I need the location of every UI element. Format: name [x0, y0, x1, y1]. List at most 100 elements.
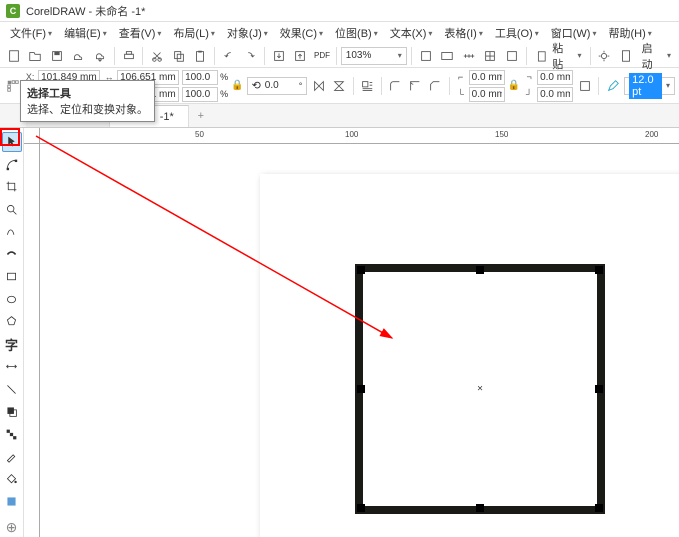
- separator: [449, 77, 450, 95]
- menu-file[interactable]: 文件(F)▾: [4, 23, 58, 43]
- corner-radius-fields: ⌐ └: [455, 69, 505, 102]
- paste-button[interactable]: [190, 46, 210, 66]
- guides-button[interactable]: [502, 46, 522, 66]
- paste-dropdown[interactable]: 粘贴▾: [531, 47, 586, 65]
- save-button[interactable]: [47, 46, 67, 66]
- vertical-ruler[interactable]: [24, 144, 40, 537]
- outline-width-value: 12.0 pt: [629, 73, 662, 99]
- corner-bl-input[interactable]: [469, 87, 505, 102]
- new-button[interactable]: [4, 46, 24, 66]
- outline-width-combo[interactable]: 12.0 pt▾: [624, 77, 675, 95]
- zoom-combo[interactable]: ▾: [341, 47, 407, 65]
- corner-tr-input[interactable]: [537, 70, 573, 85]
- menu-tools[interactable]: 工具(O)▾: [489, 23, 545, 43]
- sy-input[interactable]: [182, 87, 218, 102]
- menu-layout[interactable]: 布局(L)▾: [167, 23, 220, 43]
- import-button[interactable]: [269, 46, 289, 66]
- selection-handle-ml[interactable]: [357, 385, 365, 393]
- round-corner-button[interactable]: [386, 76, 403, 96]
- quick-customize-button[interactable]: ⊕: [2, 518, 22, 537]
- menu-object[interactable]: 对象(J)▾: [221, 23, 274, 43]
- menu-bitmap[interactable]: 位图(B)▾: [329, 23, 384, 43]
- menu-table[interactable]: 表格(I)▾: [438, 23, 488, 43]
- ellipse-tool[interactable]: [2, 290, 22, 310]
- ruler-corner[interactable]: [24, 128, 40, 144]
- menu-text[interactable]: 文本(X)▾: [384, 23, 439, 43]
- page-setup-button[interactable]: [616, 46, 636, 66]
- app-logo-icon: C: [6, 4, 20, 18]
- open-button[interactable]: [26, 46, 46, 66]
- ruler-button[interactable]: [459, 46, 479, 66]
- lock-ratio-icon[interactable]: 🔒: [231, 80, 243, 91]
- text-tool[interactable]: 字: [2, 335, 22, 355]
- rotation-input[interactable]: [265, 80, 295, 91]
- preview-button[interactable]: [437, 46, 457, 66]
- polygon-tool[interactable]: [2, 312, 22, 332]
- wrap-text-button[interactable]: [358, 76, 375, 96]
- freehand-tool[interactable]: [2, 222, 22, 242]
- corner-lock-icon[interactable]: 🔒: [508, 80, 520, 91]
- menu-view[interactable]: 查看(V)▾: [113, 23, 168, 43]
- origin-grid-icon[interactable]: [4, 76, 21, 96]
- pick-tool[interactable]: [2, 132, 22, 152]
- undo-button[interactable]: [219, 46, 239, 66]
- selection-handle-bl[interactable]: [357, 504, 365, 512]
- mirror-v-button[interactable]: [331, 76, 348, 96]
- fullscreen-button[interactable]: [416, 46, 436, 66]
- work-area: 字 ⊕ 50 100 150 200: [0, 128, 679, 537]
- menu-effects[interactable]: 效果(C)▾: [274, 23, 329, 43]
- center-marker-icon: ×: [477, 384, 483, 395]
- chamfer-corner-button[interactable]: [427, 76, 444, 96]
- corner-br-input[interactable]: [537, 87, 573, 102]
- relative-corner-button[interactable]: [576, 76, 593, 96]
- launch-dropdown[interactable]: 启动▾: [638, 47, 675, 65]
- selection-handle-mr[interactable]: [595, 385, 603, 393]
- cloud-down-button[interactable]: [90, 46, 110, 66]
- menu-bar: 文件(F)▾ 编辑(E)▾ 查看(V)▾ 布局(L)▾ 对象(J)▾ 效果(C)…: [0, 22, 679, 44]
- toolbox: 字 ⊕: [0, 128, 24, 537]
- cloud-button[interactable]: [69, 46, 89, 66]
- copy-button[interactable]: [169, 46, 189, 66]
- artistic-media-tool[interactable]: [2, 245, 22, 265]
- shape-tool[interactable]: [2, 155, 22, 175]
- corner-tl-input[interactable]: [469, 70, 505, 85]
- eyedropper-tool[interactable]: [2, 447, 22, 467]
- zoom-input[interactable]: [346, 50, 394, 61]
- pdf-button[interactable]: PDF: [312, 46, 332, 66]
- selection-handle-bm[interactable]: [476, 504, 484, 512]
- sx-input[interactable]: [182, 70, 218, 85]
- selection-handle-tm[interactable]: [476, 266, 484, 274]
- grid-button[interactable]: [480, 46, 500, 66]
- connector-tool[interactable]: [2, 380, 22, 400]
- transparency-tool[interactable]: [2, 425, 22, 445]
- cut-button[interactable]: [147, 46, 167, 66]
- drop-shadow-tool[interactable]: [2, 402, 22, 422]
- print-button[interactable]: [119, 46, 139, 66]
- separator: [381, 77, 382, 95]
- corner-br-icon: ┘: [523, 89, 535, 99]
- menu-edit[interactable]: 编辑(E)▾: [58, 23, 113, 43]
- drawing-stage[interactable]: ×: [40, 144, 679, 537]
- selection-handle-tr[interactable]: [595, 266, 603, 274]
- tab-add-button[interactable]: +: [189, 105, 213, 127]
- crop-tool[interactable]: [2, 177, 22, 197]
- scallop-corner-button[interactable]: [407, 76, 424, 96]
- horizontal-ruler[interactable]: 50 100 150 200: [40, 128, 679, 144]
- rectangle-tool[interactable]: [2, 267, 22, 287]
- settings-button[interactable]: [595, 46, 615, 66]
- redo-button[interactable]: [241, 46, 261, 66]
- smart-fill-tool[interactable]: [2, 492, 22, 512]
- mirror-h-button[interactable]: [310, 76, 327, 96]
- parallel-dim-tool[interactable]: [2, 357, 22, 377]
- fill-tool[interactable]: [2, 470, 22, 490]
- tool-tooltip: 选择工具 选择、定位和变换对象。: [20, 80, 155, 122]
- tooltip-desc: 选择、定位和变换对象。: [27, 101, 148, 117]
- selection-handle-br[interactable]: [595, 504, 603, 512]
- selection-handle-tl[interactable]: [357, 266, 365, 274]
- rectangle-object[interactable]: ×: [355, 264, 605, 514]
- rotation-combo[interactable]: ⟲°: [247, 77, 308, 95]
- zoom-tool[interactable]: [2, 200, 22, 220]
- canvas-area[interactable]: 50 100 150 200 ×: [24, 128, 679, 537]
- ruler-mark: 200: [645, 130, 658, 139]
- export-button[interactable]: [291, 46, 311, 66]
